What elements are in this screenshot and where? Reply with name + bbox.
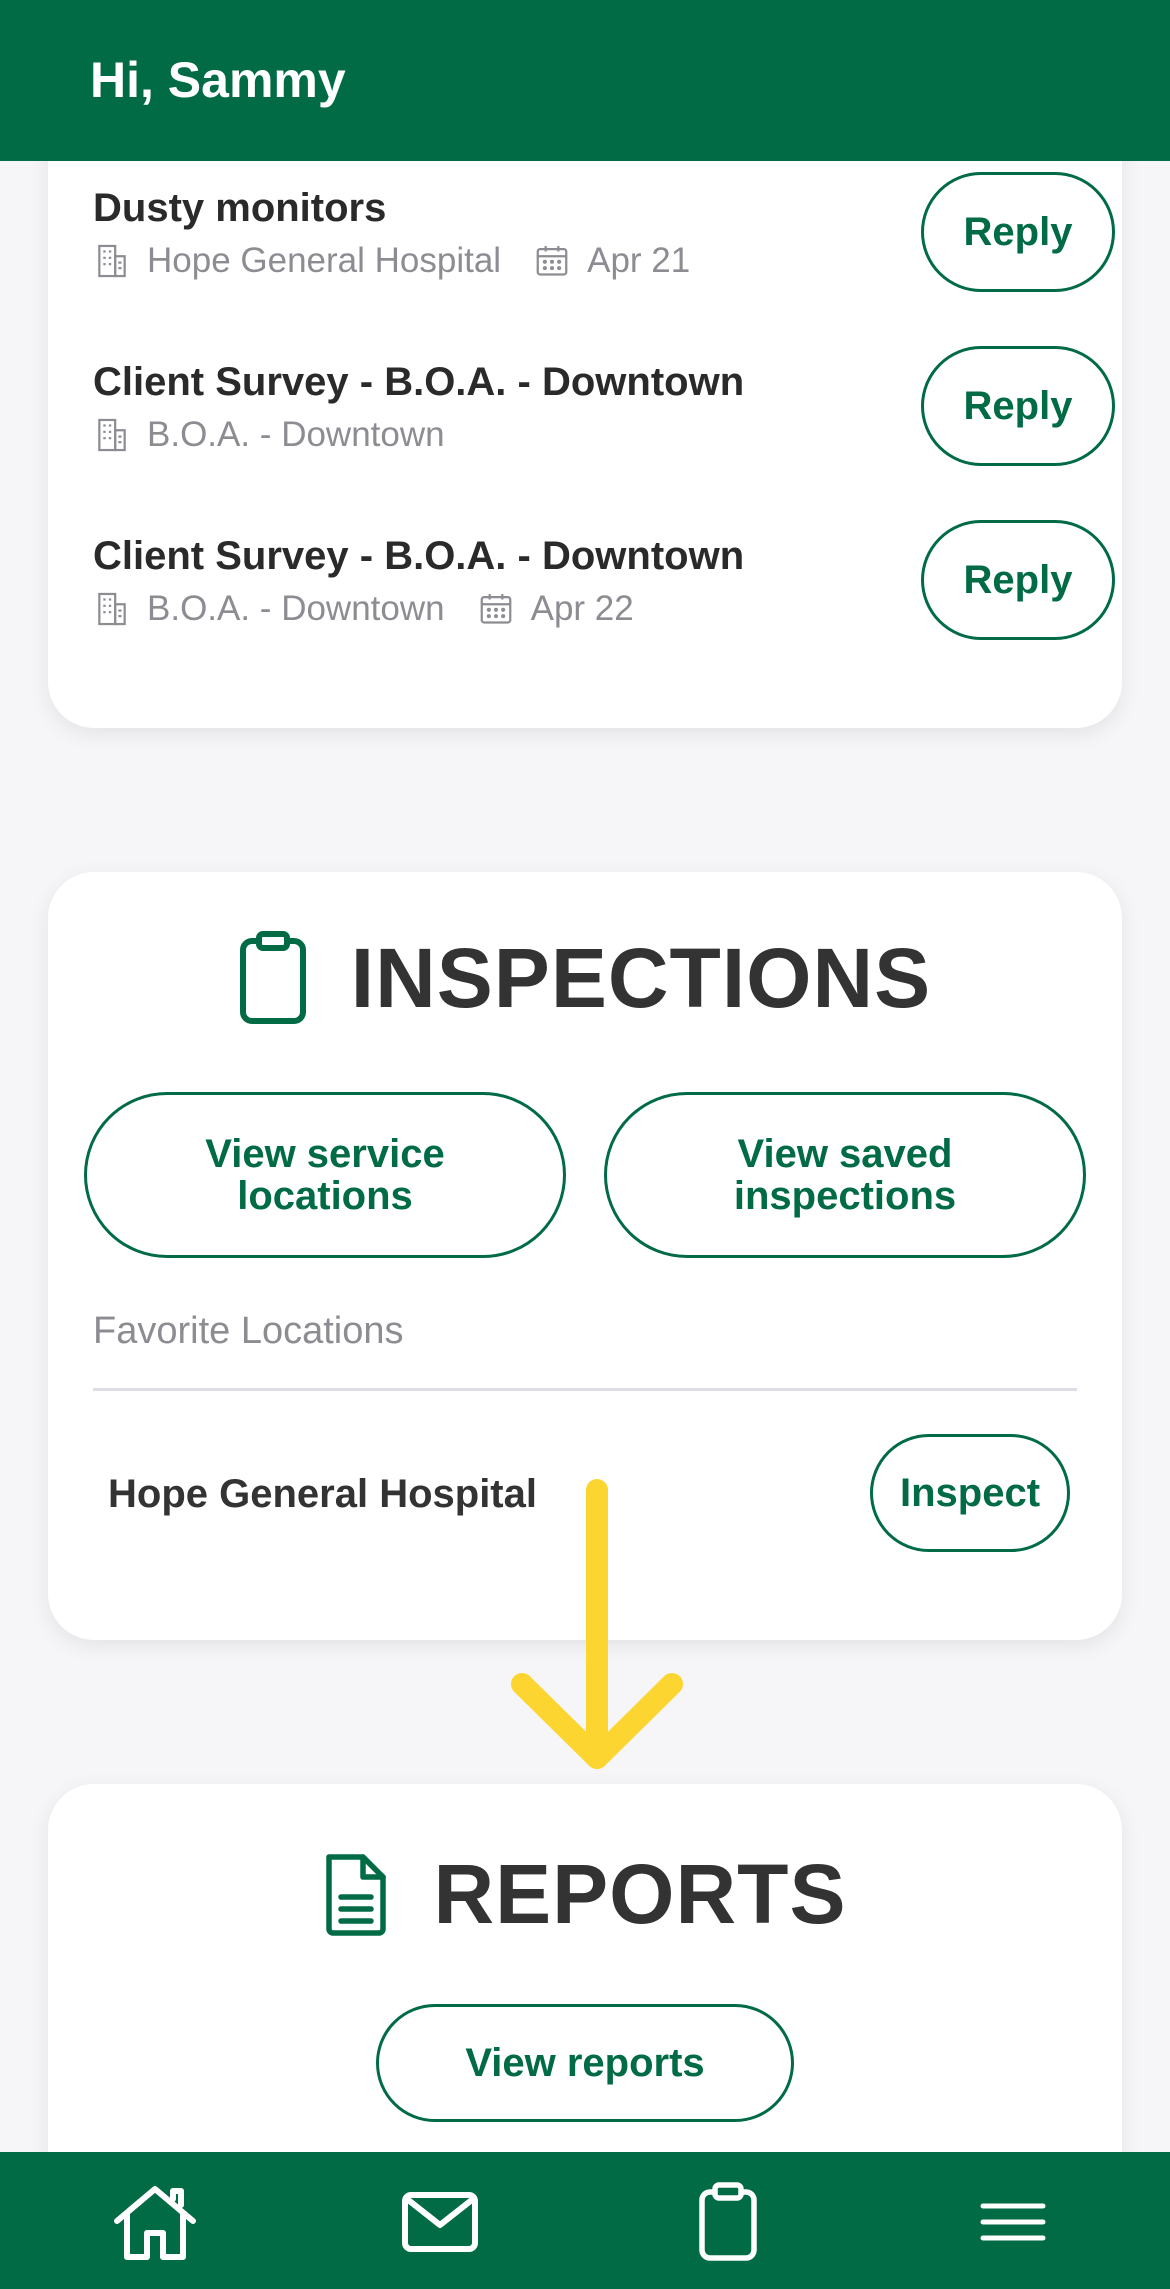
- reports-title: REPORTS: [433, 1847, 847, 1941]
- message-location: B.O.A. - Downtown: [147, 589, 445, 628]
- message-title: Client Survey - B.O.A. - Downtown: [93, 534, 745, 578]
- calendar-icon: [480, 593, 511, 624]
- message-location: Hope General Hospital: [147, 241, 502, 280]
- view-service-locations-button[interactable]: View service locations: [84, 1092, 566, 1258]
- down-arrow-annotation: [511, 1479, 683, 1769]
- reply-button[interactable]: Reply: [921, 520, 1115, 640]
- reply-button[interactable]: Reply: [921, 172, 1115, 292]
- building-icon: [98, 418, 126, 452]
- app-header: Hi, Sammy: [0, 0, 1170, 161]
- app-screen: Dusty monitors Hope General Hospital Apr…: [0, 0, 1170, 2289]
- message-row[interactable]: Client Survey - B.O.A. - Downtown B.O.A.…: [93, 346, 1115, 488]
- building-icon: [98, 244, 126, 278]
- inspect-button[interactable]: Inspect: [870, 1434, 1070, 1552]
- favorite-locations-label: Favorite Locations: [93, 1310, 404, 1352]
- message-date: Apr 22: [530, 589, 634, 628]
- message-row[interactable]: Dusty monitors Hope General Hospital Apr…: [93, 172, 1115, 314]
- message-meta: B.O.A. - Downtown Apr 22: [93, 587, 666, 631]
- message-row[interactable]: Client Survey - B.O.A. - Downtown B.O.A.…: [93, 520, 1115, 662]
- message-title: Dusty monitors: [93, 186, 387, 230]
- clipboard-icon: [699, 2182, 757, 2261]
- messages-card: Dusty monitors Hope General Hospital Apr…: [48, 100, 1122, 728]
- calendar-icon: [536, 245, 568, 276]
- view-saved-inspections-button[interactable]: View saved inspections: [604, 1092, 1086, 1258]
- building-icon: [98, 592, 126, 626]
- view-reports-button[interactable]: View reports: [376, 2004, 794, 2122]
- message-title: Client Survey - B.O.A. - Downtown: [93, 360, 745, 404]
- reply-button[interactable]: Reply: [921, 346, 1115, 466]
- nav-inspections[interactable]: [678, 2182, 778, 2262]
- message-location: B.O.A. - Downtown: [147, 415, 445, 454]
- menu-icon: [980, 2203, 1046, 2241]
- inspections-header: INSPECTIONS: [48, 928, 1122, 1028]
- nav-menu[interactable]: [963, 2182, 1063, 2262]
- mail-icon: [402, 2192, 478, 2252]
- message-meta: Hope General Hospital Apr 21: [93, 239, 722, 283]
- favorite-location-name: Hope General Hospital: [108, 1472, 537, 1516]
- bottom-navigation: [0, 2152, 1170, 2289]
- nav-home[interactable]: [105, 2182, 205, 2262]
- message-meta: B.O.A. - Downtown: [93, 413, 477, 457]
- nav-messages[interactable]: [390, 2182, 490, 2262]
- reports-header: REPORTS: [48, 1844, 1122, 1944]
- clipboard-icon: [239, 931, 306, 1024]
- document-icon: [326, 1854, 387, 1936]
- greeting-text: Hi, Sammy: [90, 52, 346, 108]
- divider: [93, 1388, 1077, 1391]
- inspections-title: INSPECTIONS: [350, 931, 932, 1025]
- home-icon: [114, 2186, 196, 2260]
- message-date: Apr 21: [587, 241, 691, 280]
